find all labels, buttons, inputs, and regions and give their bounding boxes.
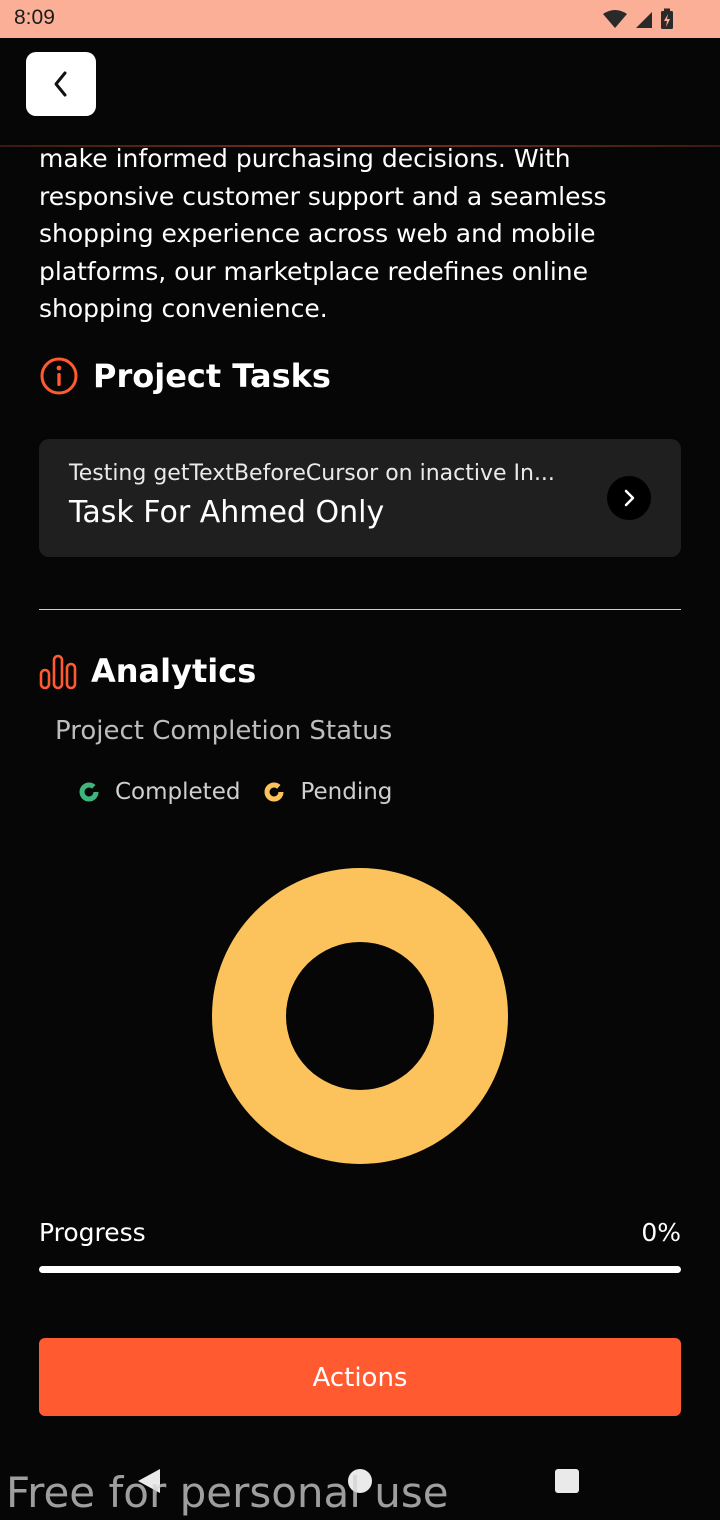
top-app-bar — [0, 38, 720, 145]
analytics-header: Analytics — [39, 652, 256, 690]
legend-item-pending: Pending — [264, 779, 392, 805]
progress-bar — [39, 1266, 681, 1273]
donut-slice-pending — [212, 868, 508, 1164]
cell-signal-icon — [636, 12, 652, 28]
chevron-left-icon — [54, 71, 67, 97]
task-open-button[interactable] — [607, 476, 651, 520]
progress-label: Progress — [39, 1218, 146, 1247]
task-card[interactable]: Testing getTextBeforeCursor on inactive … — [39, 439, 681, 557]
project-tasks-title: Project Tasks — [93, 357, 331, 395]
status-time: 8:09 — [14, 6, 55, 29]
status-bar: 8:09 — [0, 0, 720, 38]
description-line: responsive customer support and a seamle… — [39, 181, 607, 211]
description-line: make informed purchasing decisions. With — [39, 144, 571, 173]
legend-donut-icon — [264, 782, 284, 802]
analytics-title: Analytics — [91, 652, 257, 690]
description-line: shopping experience across web and mobil… — [39, 219, 596, 248]
legend-item-completed: Completed — [79, 779, 240, 805]
project-tasks-header: Project Tasks — [39, 356, 331, 396]
chevron-right-icon — [624, 489, 635, 507]
back-button[interactable] — [26, 52, 96, 116]
watermark: Free for personal use — [6, 1468, 449, 1517]
battery-icon — [661, 8, 673, 29]
description-line: shopping convenience. — [39, 294, 328, 323]
task-subtitle: Testing getTextBeforeCursor on inactive … — [69, 461, 555, 486]
wifi-icon — [603, 10, 627, 28]
project-description: make informed purchasing decisions. With… — [39, 140, 689, 328]
chart-legend: Completed Pending — [79, 779, 416, 805]
description-line: platforms, our marketplace redefines onl… — [39, 256, 588, 286]
task-title: Task For Ahmed Only — [69, 495, 385, 530]
completion-donut-chart — [212, 868, 508, 1164]
legend-label: Pending — [300, 779, 393, 805]
info-icon — [40, 357, 78, 395]
legend-donut-icon — [79, 782, 99, 802]
actions-button[interactable]: Actions — [39, 1338, 681, 1416]
header-divider — [0, 145, 720, 147]
bar-chart-icon — [39, 654, 77, 690]
legend-label: Completed — [115, 779, 241, 805]
nav-recents-icon[interactable] — [555, 1469, 579, 1493]
progress-value: 0% — [641, 1218, 681, 1247]
status-icons — [602, 8, 674, 30]
section-divider — [39, 609, 681, 610]
chart-title: Project Completion Status — [55, 716, 393, 746]
